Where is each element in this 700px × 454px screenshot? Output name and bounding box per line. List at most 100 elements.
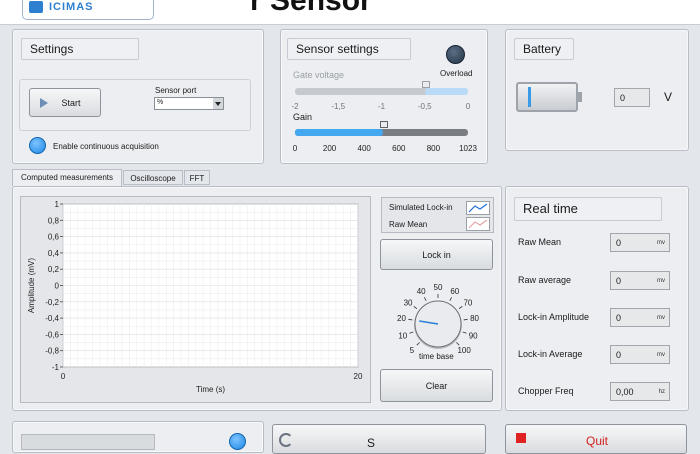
knob-tick-mark xyxy=(413,306,418,310)
gate-voltage-fill xyxy=(424,88,468,95)
settings-title: Settings xyxy=(21,38,139,60)
start-button-label: Start xyxy=(61,97,81,108)
lock-in-amplitude-unit: mv xyxy=(657,315,665,321)
knob-tick-mark xyxy=(409,331,414,334)
chopper-freq-label: Chopper Freq xyxy=(518,386,574,396)
knob-tick-label: 50 xyxy=(434,283,443,292)
y-tick-label: 0,6 xyxy=(48,233,60,242)
knob-tick-label: 100 xyxy=(457,346,471,355)
continuous-acquisition-toggle[interactable] xyxy=(29,137,46,154)
lock-in-amplitude-value: 0 mv xyxy=(610,308,670,327)
tab-computed-measurements[interactable]: Computed measurements xyxy=(12,169,122,186)
lock-in-button-label: Lock in xyxy=(422,249,451,260)
raw-mean-unit: mv xyxy=(657,240,665,246)
tab-oscilloscope[interactable]: Oscilloscope xyxy=(123,170,183,185)
legend-raw-swatch xyxy=(466,217,490,231)
sensor-port-label: Sensor port xyxy=(155,86,197,95)
bottom-middle-button[interactable]: S xyxy=(272,424,486,454)
chart-legend: Simulated Lock-in Raw Mean xyxy=(381,197,494,233)
lock-in-button[interactable]: Lock in xyxy=(380,239,493,270)
logo: ICIMAS xyxy=(22,0,154,20)
raw-mean-value: 0 mv xyxy=(610,233,670,252)
legend-raw-label: Raw Mean xyxy=(389,220,428,229)
y-tick-label: 0,2 xyxy=(48,265,60,274)
continuous-acquisition-label: Enable continuous acquisition xyxy=(53,142,159,151)
knob-tick-mark xyxy=(408,318,413,321)
gain-scale: 0 200 400 600 800 1023 xyxy=(293,144,477,154)
gain-slider[interactable] xyxy=(295,121,468,136)
stop-icon xyxy=(516,433,526,443)
x-axis-label: Time (s) xyxy=(196,385,225,394)
battery-title: Battery xyxy=(514,38,574,60)
y-axis-label: Amplitude (mV) xyxy=(27,258,36,313)
gate-voltage-slider[interactable] xyxy=(295,81,468,95)
play-icon xyxy=(40,98,48,108)
x-tick-label: 0 xyxy=(61,372,66,381)
knob-tick-label: 70 xyxy=(463,298,472,307)
gate-voltage-label: Gate voltage xyxy=(293,70,345,80)
knob-tick-label: 10 xyxy=(398,331,407,340)
time-base-knob[interactable]: 510 20 30 40 50 60 70 80 90 100 xyxy=(381,276,493,364)
bottom-left-box xyxy=(21,434,155,450)
tab-fft[interactable]: FFT xyxy=(184,170,210,185)
start-button[interactable]: Start xyxy=(29,88,101,117)
gate-voltage-thumb[interactable] xyxy=(421,81,430,88)
scale-tick-label: 1023 xyxy=(459,144,477,153)
y-tick-label: 0,8 xyxy=(48,216,60,225)
settings-panel: Settings Start Sensor port % Enable cont… xyxy=(12,29,264,164)
scale-tick-label: 0 xyxy=(292,144,298,153)
realtime-rows: Raw Mean 0 mv Raw average 0 mv Lock-in Amplitu… xyxy=(505,186,687,409)
y-tick-label: 0,4 xyxy=(48,249,60,258)
y-tick-label: 0 xyxy=(55,282,60,291)
clear-button[interactable]: Clear xyxy=(380,369,493,402)
raw-mean-label: Raw Mean xyxy=(518,237,562,247)
raw-average-value: 0 mv xyxy=(610,271,670,290)
lock-in-average-value: 0 mv xyxy=(610,345,670,364)
knob-tick-mark xyxy=(449,297,452,302)
y-tick-label: -0,8 xyxy=(45,347,59,356)
knob-tick-label: 30 xyxy=(404,298,413,307)
y-tick-label: -0,6 xyxy=(45,330,59,339)
scale-tick-label: -2 xyxy=(291,102,299,111)
logo-text: ICIMAS xyxy=(49,1,94,13)
sensor-port-value: % xyxy=(157,99,164,106)
sensor-settings-panel: Sensor settings Overload Gate voltage -2… xyxy=(280,29,488,164)
scale-tick-label: 0 xyxy=(465,102,471,111)
battery-unit: V xyxy=(664,90,673,104)
chopper-freq-unit: hz xyxy=(658,389,665,395)
gain-fill xyxy=(295,129,383,136)
scale-tick-label: 800 xyxy=(426,144,441,153)
gain-thumb[interactable] xyxy=(379,121,388,128)
lock-in-average-label: Lock-in Average xyxy=(518,349,583,359)
knob-tick-mark xyxy=(416,342,420,346)
sensor-settings-title: Sensor settings xyxy=(287,38,411,60)
x-tick-label: 20 xyxy=(354,372,363,381)
quit-label: Quit xyxy=(586,434,609,448)
lock-in-amplitude-label: Lock-in Amplitude xyxy=(518,312,590,322)
scale-tick-label: 600 xyxy=(392,144,406,153)
clear-button-label: Clear xyxy=(425,380,448,391)
knob-tick-mark xyxy=(456,342,460,346)
knob-tick-mark xyxy=(458,306,463,310)
quit-button[interactable]: Quit xyxy=(505,424,687,454)
wrench-icon xyxy=(279,433,293,447)
overload-label: Overload xyxy=(440,69,473,78)
scale-tick-label: -1 xyxy=(377,102,386,111)
battery-voltage: 0 xyxy=(614,88,650,107)
legend-simulated-label: Simulated Lock-in xyxy=(389,203,453,212)
scale-tick-label: 400 xyxy=(357,144,371,153)
sensor-port-select[interactable]: % xyxy=(154,97,224,110)
chopper-freq-value: 0,00 hz xyxy=(610,382,670,401)
y-tick-label: -1 xyxy=(52,363,60,372)
bottom-left-panel xyxy=(12,421,264,453)
y-tick-label: -0,4 xyxy=(45,314,59,323)
bottom-middle-label: S xyxy=(367,436,376,450)
logo-mark-icon xyxy=(29,1,43,13)
lock-in-average-unit: mv xyxy=(657,352,665,358)
dropdown-arrow-icon xyxy=(213,98,223,109)
knob-tick-label: 5 xyxy=(410,346,415,355)
overload-indicator xyxy=(446,45,465,64)
scale-tick-label: -0,5 xyxy=(417,102,432,111)
time-base-label: time base xyxy=(419,352,454,361)
y-tick-label: -0,2 xyxy=(45,298,59,307)
